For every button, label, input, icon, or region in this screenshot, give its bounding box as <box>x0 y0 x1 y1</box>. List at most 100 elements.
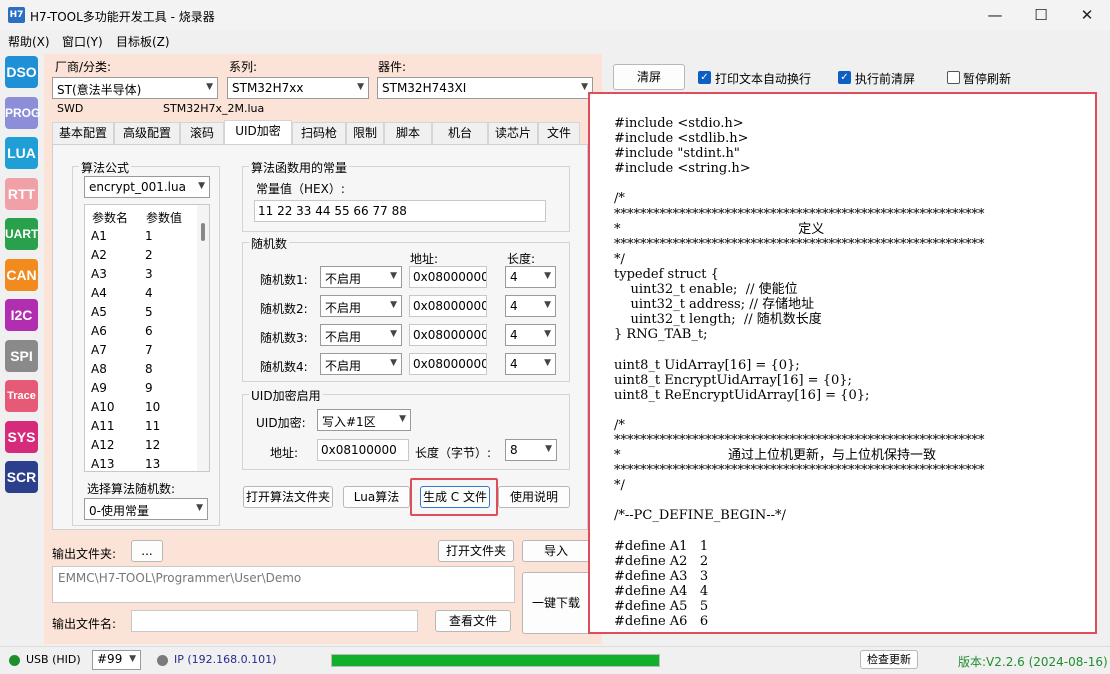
sidebar-uart-button[interactable]: UART <box>5 218 38 250</box>
const-value-field[interactable]: 11 22 33 44 55 66 77 88 <box>254 200 546 222</box>
param-name: A6 <box>91 324 107 338</box>
menu-help[interactable]: 帮助(X) <box>8 33 50 50</box>
tab-machine[interactable]: 机台 <box>432 122 488 144</box>
rand-addr-field[interactable]: 0x08000000 <box>409 266 487 288</box>
rand-len-select[interactable]: 4 ▼ <box>505 353 556 375</box>
param-list[interactable]: 参数名 参数值 A1 1 A2 2 A3 3 A4 4 A5 5 A6 6 A7 7 A8 8 A9 9 A10 10… <box>84 204 210 472</box>
sidebar-dso-button[interactable]: DSO <box>5 56 38 88</box>
menu-target[interactable]: 目标板(Z) <box>116 33 170 50</box>
param-row[interactable]: A13 13 <box>85 455 195 471</box>
algo-file-text: STM32H7x_2M.lua <box>163 102 265 115</box>
output-path-field[interactable]: EMMC\H7-TOOL\Programmer\User\Demo <box>52 566 515 603</box>
tab-file[interactable]: 文件 <box>538 122 580 144</box>
minimize-button[interactable]: — <box>972 0 1018 30</box>
code-text: #include <stdio.h> #include <stdlib.h> #… <box>614 116 985 630</box>
sidebar-i2c-button[interactable]: I2C <box>5 299 38 331</box>
param-row[interactable]: A12 12 <box>85 436 195 455</box>
tab-read-chip[interactable]: 读芯片 <box>488 122 538 144</box>
param-scrollbar[interactable] <box>197 205 209 471</box>
uid-addr-label: 地址: <box>270 446 299 460</box>
const-group-title: 算法函数用的常量 <box>249 159 350 176</box>
param-row[interactable]: A10 10 <box>85 398 195 417</box>
tab-uid[interactable]: UID加密 <box>224 120 292 144</box>
rand-mode-select[interactable]: 不启用 ▼ <box>320 266 402 288</box>
uid-mode-select[interactable]: 写入#1区 ▼ <box>317 409 411 431</box>
algo-file-select[interactable]: encrypt_001.lua ▼ <box>84 176 210 198</box>
tab-rolling[interactable]: 滚码 <box>180 122 224 144</box>
param-row[interactable]: A3 3 <box>85 265 195 284</box>
param-row[interactable]: A5 5 <box>85 303 195 322</box>
param-row[interactable]: A8 8 <box>85 360 195 379</box>
param-name: A3 <box>91 267 107 281</box>
chevron-down-icon: ▼ <box>390 300 397 310</box>
wrap-label: 打印文本自动换行 <box>715 72 812 86</box>
clear-screen-button[interactable]: 清屏 <box>613 64 685 90</box>
open-folder-button[interactable]: 打开文件夹 <box>438 540 514 562</box>
lua-algo-button[interactable]: Lua算法 <box>343 486 410 508</box>
generate-c-file-button[interactable]: 生成 C 文件 <box>420 486 490 508</box>
rand-addr-field[interactable]: 0x08000000 <box>409 353 487 375</box>
tab-scanner[interactable]: 扫码枪 <box>292 122 346 144</box>
sidebar-rtt-button[interactable]: RTT <box>5 177 38 210</box>
sidebar-prog-button[interactable]: PROG <box>5 96 40 129</box>
vendor-select[interactable]: ST(意法半导体) ▼ <box>52 77 218 99</box>
output-name-field[interactable] <box>131 610 418 632</box>
rand-select[interactable]: 0-使用常量 ▼ <box>84 498 208 520</box>
tab-limit[interactable]: 限制 <box>346 122 384 144</box>
tab-script[interactable]: 脚本 <box>384 122 432 144</box>
rand-mode-select[interactable]: 不启用 ▼ <box>320 324 402 346</box>
param-row[interactable]: A1 1 <box>85 227 195 246</box>
const-group: 算法函数用的常量 <box>242 159 570 232</box>
series-select[interactable]: STM32H7xx ▼ <box>227 77 369 99</box>
rand-mode-select[interactable]: 不启用 ▼ <box>320 353 402 375</box>
sidebar-trace-button[interactable]: Trace <box>5 380 38 412</box>
import-button[interactable]: 导入 <box>522 540 590 562</box>
uid-len-select[interactable]: 8 ▼ <box>505 439 557 461</box>
param-name: A12 <box>91 438 115 452</box>
rand-label: 随机数2: <box>260 302 308 316</box>
rand-len-select[interactable]: 4 ▼ <box>505 295 556 317</box>
param-row[interactable]: A9 9 <box>85 379 195 398</box>
rand-addr-field[interactable]: 0x08000000 <box>409 324 487 346</box>
pause-checkbox[interactable] <box>947 71 960 84</box>
param-row[interactable]: A4 4 <box>85 284 195 303</box>
sidebar-spi-button[interactable]: SPI <box>5 339 38 372</box>
sidebar-lua-button[interactable]: LUA <box>5 137 38 169</box>
rand-len-select[interactable]: 4 ▼ <box>505 324 556 346</box>
sidebar-scr-button[interactable]: SCR <box>5 461 38 493</box>
code-output[interactable]: #include <stdio.h> #include <stdlib.h> #… <box>588 92 1097 634</box>
tab-basic[interactable]: 基本配置 <box>52 122 114 144</box>
uid-addr-field[interactable]: 0x08100000 <box>317 439 409 461</box>
addr-header: 地址: <box>410 252 439 266</box>
rand-mode-select[interactable]: 不启用 ▼ <box>320 295 402 317</box>
one-click-download-button[interactable]: 一键下载 <box>522 572 590 634</box>
close-button[interactable]: ✕ <box>1064 0 1110 30</box>
menu-window[interactable]: 窗口(Y) <box>62 33 103 50</box>
param-row[interactable]: A7 7 <box>85 341 195 360</box>
browse-folder-button[interactable]: ... <box>131 540 163 562</box>
param-row[interactable]: A2 2 <box>85 246 195 265</box>
rand-len-select[interactable]: 4 ▼ <box>505 266 556 288</box>
param-name: A2 <box>91 248 107 262</box>
clear-before-checkbox[interactable]: ✓ <box>838 71 851 84</box>
help-button[interactable]: 使用说明 <box>498 486 570 508</box>
scroll-thumb[interactable] <box>201 223 205 241</box>
param-name: A10 <box>91 400 115 414</box>
port-select[interactable]: #99 ▼ <box>92 650 141 670</box>
param-row[interactable]: A11 11 <box>85 417 195 436</box>
maximize-button[interactable]: ☐ <box>1018 0 1064 30</box>
view-file-button[interactable]: 查看文件 <box>435 610 511 632</box>
sidebar-sys-button[interactable]: SYS <box>5 420 38 453</box>
tab-advanced[interactable]: 高级配置 <box>114 122 180 144</box>
param-name: A9 <box>91 381 107 395</box>
uid-mode-label: UID加密: <box>256 416 306 430</box>
sidebar-can-button[interactable]: CAN <box>5 258 38 291</box>
wrap-checkbox[interactable]: ✓ <box>698 71 711 84</box>
series-label: 系列: <box>229 60 258 74</box>
rand-addr-field[interactable]: 0x08000000 <box>409 295 487 317</box>
open-algo-folder-button[interactable]: 打开算法文件夹 <box>243 486 333 508</box>
param-row[interactable]: A6 6 <box>85 322 195 341</box>
param-value: 11 <box>145 419 161 433</box>
check-update-button[interactable]: 检查更新 <box>860 650 918 669</box>
part-select[interactable]: STM32H743XI ▼ <box>377 77 593 99</box>
